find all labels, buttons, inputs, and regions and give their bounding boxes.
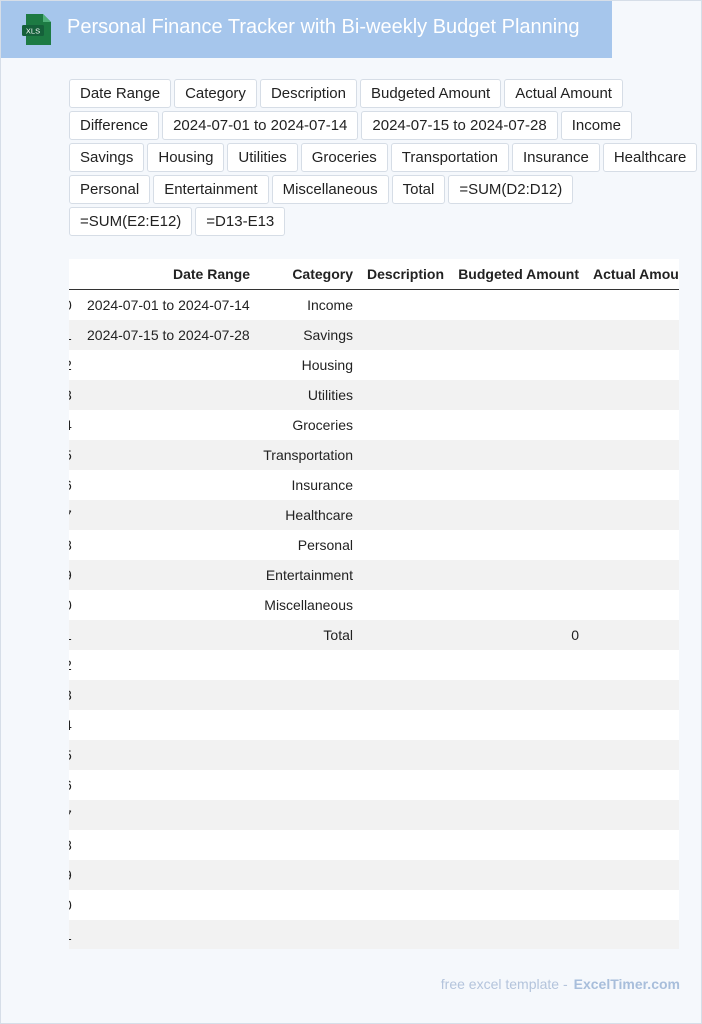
row-index: 7 [69, 507, 74, 523]
cell-category[interactable]: Miscellaneous [264, 597, 353, 613]
row-index: 3 [69, 687, 74, 703]
table-row[interactable]: 0 [69, 890, 679, 920]
row-index: 5 [69, 747, 74, 763]
table-row[interactable]: 5 [69, 740, 679, 770]
header-chip[interactable]: Housing [147, 143, 225, 172]
cell-category[interactable]: Insurance [292, 477, 353, 493]
table-row[interactable]: 9 Entertainment [69, 560, 679, 590]
header-chip[interactable]: Description [259, 79, 357, 108]
row-index: 7 [69, 807, 74, 823]
table-row[interactable]: 8 [69, 830, 679, 860]
header-chip[interactable]: =SUM(E2:E12) [69, 207, 193, 236]
cell-date-range[interactable]: 2024-07-15 to 2024-07-28 [87, 327, 250, 343]
row-index: 8 [69, 837, 74, 853]
row-index: 1 [69, 627, 74, 643]
column-header-date-range[interactable]: Date Range [173, 266, 250, 282]
header-chip[interactable]: =D13-E13 [195, 207, 286, 236]
header-chip[interactable]: Groceries [300, 143, 388, 172]
column-header-category[interactable]: Category [292, 266, 353, 282]
table-row[interactable]: 1 Total 0 [69, 620, 679, 650]
column-header-budgeted-amount[interactable]: Budgeted Amount [458, 266, 579, 282]
header-chip[interactable]: Transportation [390, 143, 509, 172]
excel-icon-label: XLS [26, 27, 40, 36]
table-row[interactable]: 4 Groceries [69, 410, 679, 440]
cell-category[interactable]: Personal [298, 537, 353, 553]
header-chip[interactable]: Miscellaneous [271, 175, 389, 204]
table-row[interactable]: 1 2024-07-15 to 2024-07-28 Savings [69, 320, 679, 350]
row-index: 0 [69, 897, 74, 913]
data-table: Date Range Category Description Budgeted… [69, 259, 679, 949]
header-chip[interactable]: Personal [69, 175, 151, 204]
row-index: 6 [69, 777, 74, 793]
cell-budgeted-amount[interactable]: 0 [571, 627, 579, 643]
footer-brand-link[interactable]: ExcelTimer.com [574, 976, 680, 992]
header-chip[interactable]: Difference [69, 111, 160, 140]
column-header-actual-amount[interactable]: Actual Amou [593, 266, 679, 282]
header-chip[interactable]: Total [391, 175, 446, 204]
cell-category[interactable]: Housing [302, 357, 353, 373]
cell-category[interactable]: Utilities [308, 387, 353, 403]
cell-category[interactable]: Income [307, 297, 353, 313]
row-index: 9 [69, 867, 74, 883]
table-row[interactable]: 6 [69, 770, 679, 800]
header-chip[interactable]: 2024-07-01 to 2024-07-14 [162, 111, 359, 140]
row-index: 4 [69, 717, 74, 733]
header-chip[interactable]: 2024-07-15 to 2024-07-28 [361, 111, 558, 140]
header-chip[interactable]: Date Range [69, 79, 172, 108]
table-row[interactable]: 3 Utilities [69, 380, 679, 410]
table-row[interactable]: 0 Miscellaneous [69, 590, 679, 620]
table-row[interactable]: 6 Insurance [69, 470, 679, 500]
header-chip[interactable]: Healthcare [602, 143, 698, 172]
excel-file-icon: XLS [22, 14, 51, 45]
row-index: 3 [69, 387, 74, 403]
table-row[interactable]: 5 Transportation [69, 440, 679, 470]
table-row[interactable]: 7 [69, 800, 679, 830]
row-index: 0 [69, 297, 74, 313]
row-index: 6 [69, 477, 74, 493]
table-row[interactable]: 2 Housing [69, 350, 679, 380]
table-row[interactable]: 9 [69, 860, 679, 890]
row-index: 8 [69, 537, 74, 553]
table-header-row: Date Range Category Description Budgeted… [69, 259, 679, 290]
cell-category[interactable]: Transportation [263, 447, 353, 463]
cell-category[interactable]: Entertainment [266, 567, 353, 583]
cell-category[interactable]: Savings [303, 327, 353, 343]
title-bar: XLS Personal Finance Tracker with Bi-wee… [1, 1, 612, 58]
page-title: Personal Finance Tracker with Bi-weekly … [67, 16, 580, 38]
table-row[interactable]: 1 [69, 920, 679, 949]
column-header-chips: Date Range Category Description Budgeted Am… [69, 79, 699, 236]
row-index: 1 [69, 927, 74, 943]
row-index: 0 [69, 597, 74, 613]
row-index: 9 [69, 567, 74, 583]
row-index: 1 [69, 327, 74, 343]
table-row[interactable]: 8 Personal [69, 530, 679, 560]
header-chip[interactable]: Entertainment [153, 175, 269, 204]
header-chip[interactable]: Savings [69, 143, 145, 172]
footer: free excel template - ExcelTimer.com [441, 976, 680, 992]
row-index: 2 [69, 357, 74, 373]
row-index: 5 [69, 447, 74, 463]
table-row[interactable]: 7 Healthcare [69, 500, 679, 530]
table-row[interactable]: 4 [69, 710, 679, 740]
cell-category[interactable]: Total [323, 627, 353, 643]
header-chip[interactable]: Category [174, 79, 257, 108]
table-row[interactable]: 2 [69, 650, 679, 680]
cell-category[interactable]: Groceries [292, 417, 353, 433]
table-row[interactable]: 3 [69, 680, 679, 710]
header-chip[interactable]: Income [560, 111, 632, 140]
row-index: 2 [69, 657, 74, 673]
header-chip[interactable]: Insurance [511, 143, 600, 172]
cell-date-range[interactable]: 2024-07-01 to 2024-07-14 [87, 297, 250, 313]
cell-category[interactable]: Healthcare [285, 507, 353, 523]
header-chip[interactable]: =SUM(D2:D12) [448, 175, 574, 204]
header-chip[interactable]: Budgeted Amount [359, 79, 502, 108]
column-header-description[interactable]: Description [367, 266, 444, 282]
header-chip[interactable]: Utilities [227, 143, 298, 172]
row-index: 4 [69, 417, 74, 433]
footer-text: free excel template - [440, 976, 568, 992]
table-row[interactable]: 0 2024-07-01 to 2024-07-14 Income [69, 290, 679, 320]
header-chip[interactable]: Actual Amount [504, 79, 623, 108]
